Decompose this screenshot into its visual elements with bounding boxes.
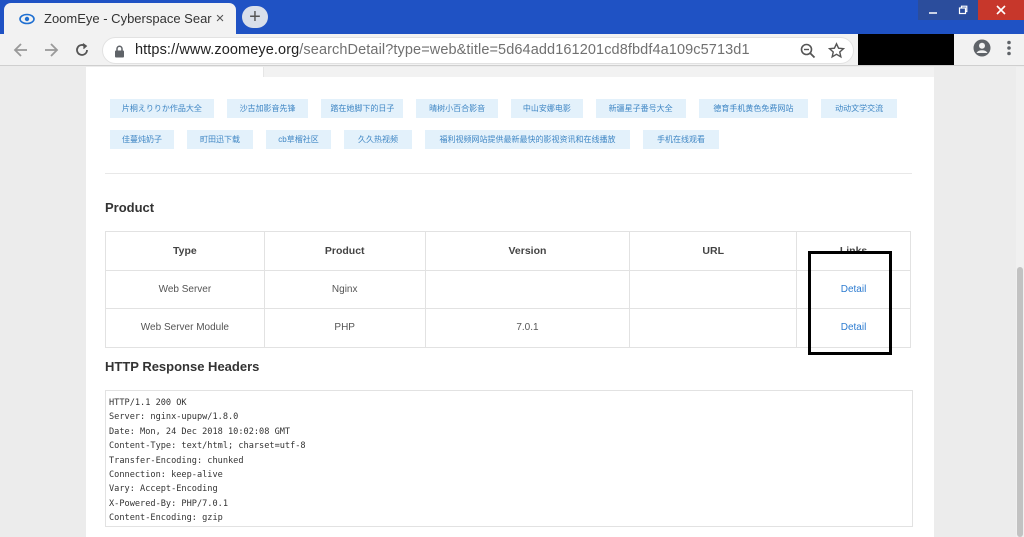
url-text: https://www.zoomeye.org/searchDetail?typ… <box>135 42 750 58</box>
http-headers-title: HTTP Response Headers <box>105 359 260 374</box>
cell-product: PHP <box>263 308 426 348</box>
header-line: Content-Type: text/html; charset=utf-8 <box>109 441 306 452</box>
keyword-tag[interactable]: 动动文学交流 <box>821 99 897 118</box>
cell-type: Web Server Module <box>105 308 265 348</box>
tab-title: ZoomEye - Cyberspace Search En <box>44 11 212 26</box>
cell-product: Nginx <box>263 269 426 309</box>
annotation-highlight-box <box>808 251 892 355</box>
tag-row: 片桐えりりか作品大全 沙古加影音先锋 踏在她脚下的日子 晴树小百合影音 中山安娜… <box>110 99 910 118</box>
back-arrow-icon[interactable] <box>10 39 32 61</box>
keyword-tags: 片桐えりりか作品大全 沙古加影音先锋 踏在她脚下的日子 晴树小百合影音 中山安娜… <box>110 99 910 161</box>
header-line: Connection: keep-alive <box>109 470 223 481</box>
keyword-tag[interactable]: 新疆星子番号大全 <box>595 99 686 118</box>
header-line: Content-Encoding: gzip <box>109 513 223 524</box>
column-header-url: URL <box>629 231 798 271</box>
http-headers-box: HTTP/1.1 200 OK Server: nginx-upupw/1.8.0… <box>105 390 913 527</box>
window-controls <box>918 0 1024 20</box>
header-line: HTTP/1.1 200 OK <box>109 398 187 408</box>
cell-version: 7.0.1 <box>424 308 631 348</box>
detail-card: 片桐えりりか作品大全 沙古加影音先锋 踏在她脚下的日子 晴树小百合影音 中山安娜… <box>86 67 934 537</box>
product-section-title: Product <box>105 200 155 215</box>
zoom-out-icon[interactable] <box>800 43 816 64</box>
browser-tab-strip: ZoomEye - Cyberspace Search En × + <box>0 0 1024 34</box>
section-divider <box>105 173 912 174</box>
scrollbar-thumb[interactable] <box>1017 267 1023 537</box>
keyword-tag[interactable]: 久久热视频 <box>344 130 412 149</box>
keyword-tag[interactable]: 晴树小百合影音 <box>416 99 498 118</box>
window-close-icon[interactable] <box>978 0 1024 20</box>
product-table: Type Product Version URL Links Web Serve… <box>105 231 911 348</box>
url-host: https://www.zoomeye.org <box>135 42 300 58</box>
page-scrollbar[interactable] <box>1016 67 1024 537</box>
new-tab-button[interactable]: + <box>242 6 268 28</box>
cell-url <box>629 308 798 348</box>
zoomeye-eye-icon <box>18 10 36 28</box>
keyword-tag[interactable]: 手机在线观看 <box>643 130 719 149</box>
keyword-tag[interactable]: cb草榴社区 <box>266 130 331 149</box>
keyword-tag[interactable]: 片桐えりりか作品大全 <box>110 99 214 118</box>
column-header-product: Product <box>263 231 426 271</box>
header-line: Date: Mon, 24 Dec 2018 10:02:08 GMT <box>109 426 291 437</box>
table-row: Web Server Nginx Detail <box>105 269 911 309</box>
cell-url <box>629 269 798 309</box>
tab-close-icon[interactable]: × <box>212 10 228 27</box>
keyword-tag[interactable]: 沙古加影音先锋 <box>226 99 309 118</box>
restore-icon[interactable] <box>948 0 978 20</box>
keyword-tag[interactable]: 福利视频网站提供最新最快的影视资讯和在线播放 <box>425 130 630 149</box>
lock-icon <box>114 45 125 63</box>
table-row: Web Server Module PHP 7.0.1 Detail <box>105 308 911 348</box>
kebab-menu-icon[interactable] <box>1006 40 1012 61</box>
keyword-tag[interactable]: 町田迅下载 <box>187 130 253 149</box>
card-tabs <box>86 67 934 77</box>
url-path: /searchDetail?type=web&title=5d64add1612… <box>299 42 750 58</box>
keyword-tag[interactable]: 踏在她脚下的日子 <box>321 99 404 118</box>
keyword-tag[interactable]: 德育手机黄色免费网站 <box>698 99 809 118</box>
column-header-version: Version <box>424 231 631 271</box>
cell-type: Web Server <box>105 269 265 309</box>
header-line: Vary: Accept-Encoding <box>109 484 218 495</box>
address-bar[interactable]: https://www.zoomeye.org/searchDetail?typ… <box>102 37 854 64</box>
cell-version <box>424 269 631 309</box>
forward-arrow-icon[interactable] <box>40 39 62 61</box>
profile-avatar-icon[interactable] <box>972 38 992 63</box>
tag-row: 佳蔓炖奶子 町田迅下载 cb草榴社区 久久热视频 福利视频网站提供最新最快的影视… <box>110 130 910 149</box>
reload-icon[interactable] <box>71 39 93 61</box>
keyword-tag[interactable]: 中山安娜电影 <box>510 99 583 118</box>
redacted-area <box>858 34 954 65</box>
header-line: Transfer-Encoding: chunked <box>109 455 244 466</box>
bookmark-star-icon[interactable] <box>827 42 846 64</box>
browser-tab[interactable]: ZoomEye - Cyberspace Search En × <box>4 3 236 34</box>
header-line: Server: nginx-upupw/1.8.0 <box>109 412 239 423</box>
card-tab-active[interactable] <box>86 67 264 77</box>
column-header-type: Type <box>105 231 265 271</box>
header-line: X-Powered-By: PHP/7.0.1 <box>109 498 228 509</box>
keyword-tag[interactable]: 佳蔓炖奶子 <box>110 130 174 149</box>
minimize-icon[interactable] <box>918 0 948 20</box>
page-viewport: 片桐えりりか作品大全 沙古加影音先锋 踏在她脚下的日子 晴树小百合影音 中山安娜… <box>0 67 1024 537</box>
table-header-row: Type Product Version URL Links <box>105 231 911 271</box>
